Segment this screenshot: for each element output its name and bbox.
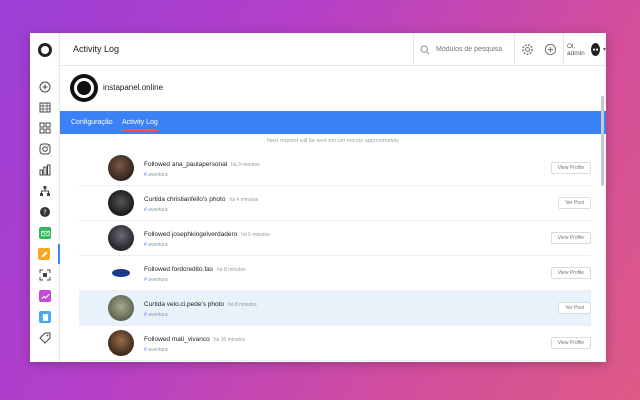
hashtag[interactable]: # aventura [144, 207, 168, 213]
list-item: Followed fordcredito.fas há 8 minutos # a… [79, 256, 591, 291]
request-notice: Next request will be sent em um minuto a… [266, 138, 400, 144]
username: Ol, admin [567, 42, 585, 57]
username-link[interactable]: ana_paulapersonal [172, 161, 227, 168]
hashtag[interactable]: # aventura [144, 242, 168, 248]
user-avatar[interactable] [108, 260, 134, 286]
view-profile-button[interactable]: View Profile [550, 267, 591, 279]
gear-icon[interactable] [521, 43, 534, 56]
activity-list: Followed ana_paulapersonal há 3 minutos #… [79, 151, 591, 361]
hashtag-label: aventura [148, 277, 168, 283]
list-item: Curtida velo.ci.pede's photo há 8 minutos… [79, 291, 591, 326]
view-post-button[interactable]: Ver Post [558, 302, 591, 314]
username-link[interactable]: christianfello's photo [167, 196, 226, 203]
list-item: Followed ana_paulapersonal há 3 minutos #… [79, 151, 591, 186]
action-text: Followed [144, 161, 171, 168]
user-avatar[interactable] [108, 155, 134, 181]
user-menu[interactable]: Ol, admin ●● ▾ [563, 33, 606, 66]
hashtag-label: aventura [148, 312, 168, 318]
grid-icon[interactable] [30, 118, 60, 138]
action-text: Curtida [144, 301, 165, 308]
ford-logo-icon [112, 269, 130, 277]
profile-avatar [70, 74, 98, 102]
tag-icon[interactable] [30, 328, 60, 348]
timestamp: há 3 minutos [231, 162, 260, 168]
main-content: instapanel.online Configuração Activity … [60, 66, 606, 362]
action-text: Followed [144, 336, 171, 343]
svg-text:?: ? [43, 209, 47, 217]
sitemap-icon[interactable] [30, 181, 60, 201]
search-box[interactable] [413, 33, 515, 66]
trend-icon[interactable] [30, 286, 60, 306]
hashtag[interactable]: # aventura [144, 172, 168, 178]
user-avatar[interactable] [108, 295, 134, 321]
list-item: Followed mati_vivanco há 10 minutos # ave… [79, 326, 591, 361]
app-logo[interactable] [38, 43, 52, 57]
hashtag-label: aventura [148, 207, 168, 213]
hashtag-label: aventura [148, 347, 168, 353]
timestamp: há 4 minutos [229, 197, 259, 203]
username-link[interactable]: josephkingelverdadero [172, 231, 237, 238]
sidebar: ? [30, 33, 60, 362]
tab-activity-log[interactable]: Activity Log [122, 119, 158, 131]
instagram-icon[interactable] [30, 139, 60, 159]
hashtag-label: aventura [148, 242, 168, 248]
user-avatar[interactable] [108, 330, 134, 356]
calendar-icon[interactable] [30, 97, 60, 117]
scan-icon[interactable] [30, 265, 60, 285]
page-title: Activity Log [73, 44, 120, 54]
scrollbar[interactable] [601, 96, 604, 186]
action-text: Followed [144, 231, 171, 238]
search-input[interactable] [436, 46, 512, 53]
add-icon[interactable] [30, 77, 60, 97]
timestamp: há 8 minutos [217, 267, 246, 273]
hashtag[interactable]: # aventura [144, 277, 168, 283]
view-profile-button[interactable]: View Profile [550, 232, 591, 244]
avatar: ●● [591, 43, 600, 56]
hashtag-label: aventura [148, 172, 168, 178]
help-icon[interactable]: ? [30, 202, 60, 222]
add-circle-icon[interactable] [544, 43, 557, 56]
view-profile-button[interactable]: View Profile [550, 337, 591, 349]
pencil-icon[interactable] [30, 244, 60, 264]
app-window: ? Activity Log Módulos de pesquisa Ol, a… [30, 33, 606, 362]
user-avatar[interactable] [108, 225, 134, 251]
username-link[interactable]: velo.ci.pede's photo [167, 301, 224, 308]
tab-bar: Configuração Activity Log [60, 111, 606, 134]
search-icon [420, 45, 430, 55]
username-link[interactable]: fordcredito.fas [172, 266, 213, 273]
timestamp: há 8 minutos [228, 302, 257, 308]
timestamp: há 10 minutos [213, 337, 246, 343]
profile-name: instapanel.online [103, 83, 164, 92]
list-item: Followed josephkingelverdadero há 5 minut… [79, 221, 591, 256]
hashtag[interactable]: # aventura [144, 312, 168, 318]
tab-configuracao[interactable]: Configuração [71, 119, 113, 126]
view-profile-button[interactable]: View Profile [550, 162, 591, 174]
hashtag[interactable]: # aventura [144, 347, 168, 353]
profile-header: instapanel.online [60, 66, 606, 111]
action-text: Curtida [144, 196, 165, 203]
top-bar: Activity Log Ol, admin ●● ▾ [60, 33, 606, 66]
timestamp: há 5 minutos [241, 232, 270, 238]
user-avatar[interactable] [108, 190, 134, 216]
mail-icon[interactable] [30, 223, 60, 243]
view-post-button[interactable]: Ver Post [558, 197, 591, 209]
document-icon[interactable] [30, 307, 60, 327]
username-link[interactable]: mati_vivanco [172, 336, 210, 343]
bar-chart-icon[interactable] [30, 160, 60, 180]
action-text: Followed [144, 266, 171, 273]
list-item: Curtida christianfello's photo há 4 minut… [79, 186, 591, 221]
chevron-down-icon: ▾ [602, 47, 606, 53]
